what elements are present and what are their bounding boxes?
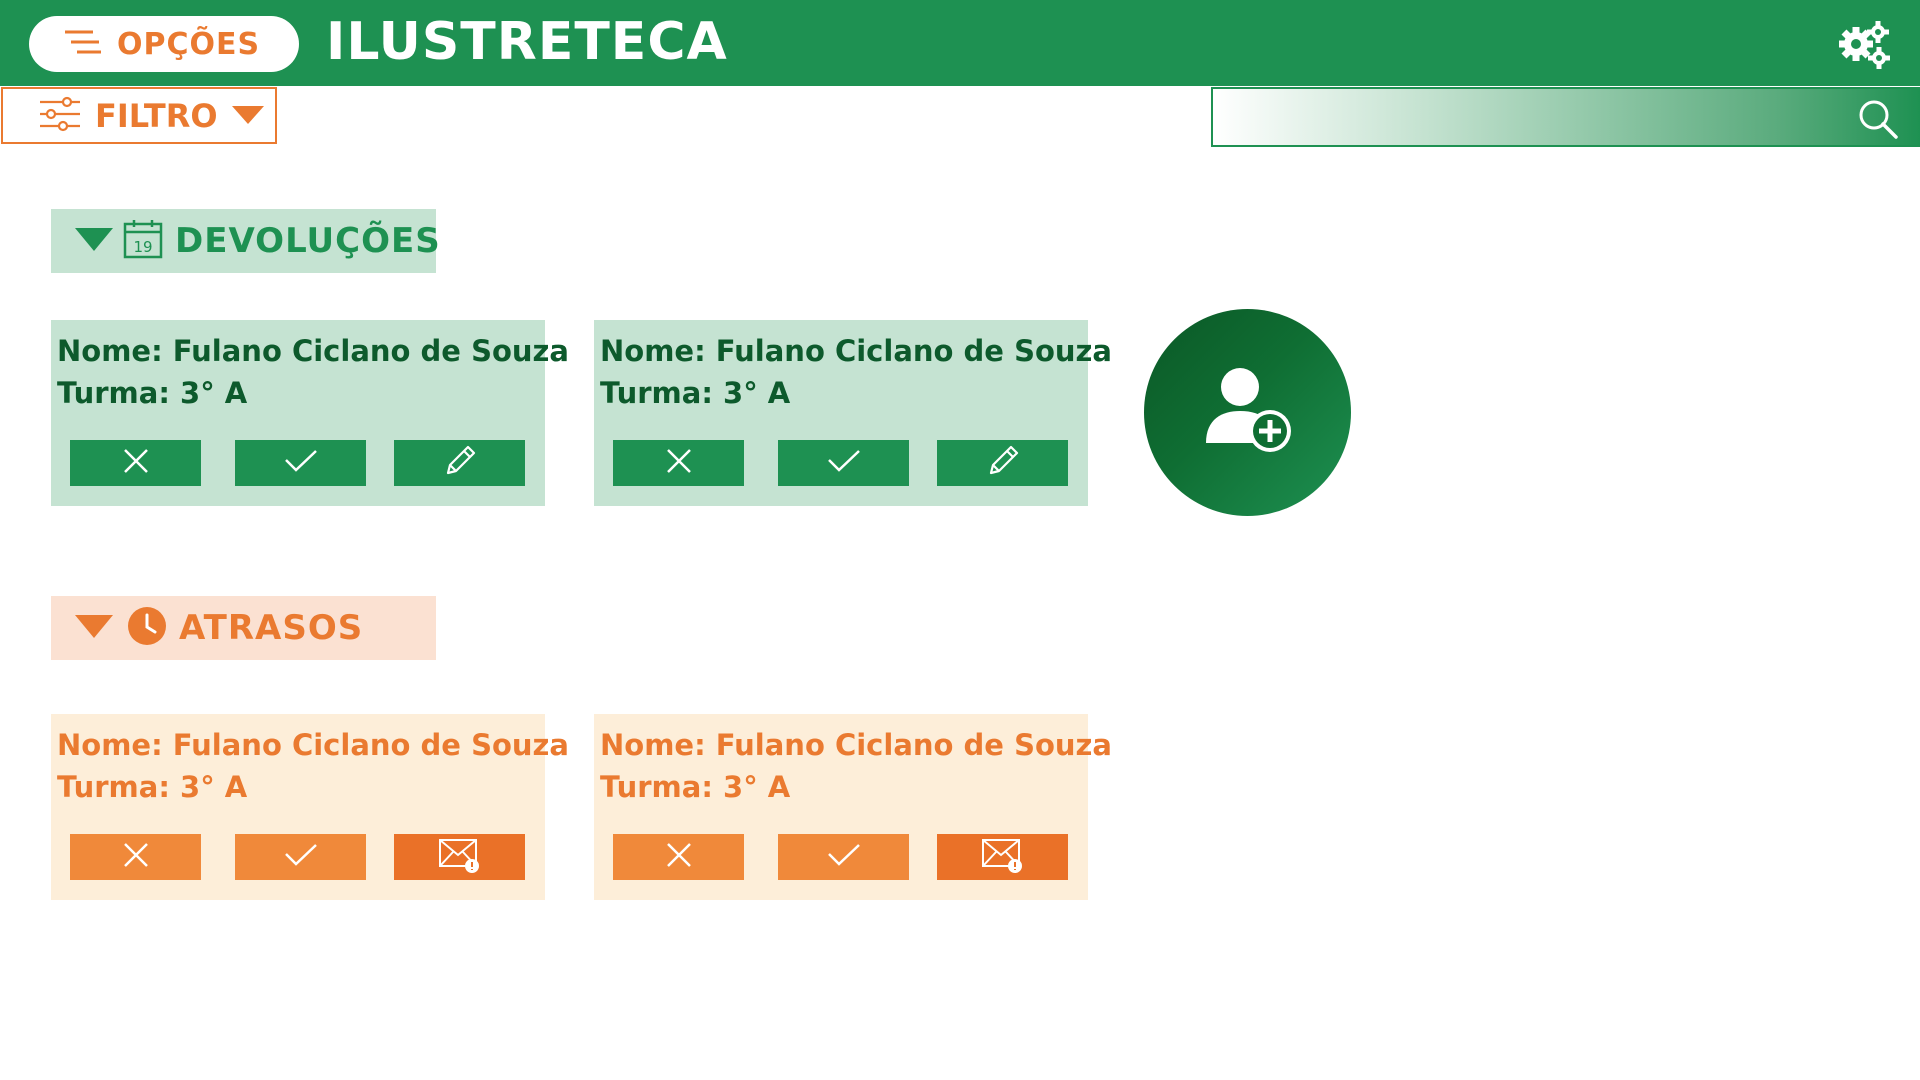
- edit-button[interactable]: [394, 440, 525, 486]
- student-class: Turma: 3° A: [57, 376, 248, 410]
- returns-section-title: DEVOLUÇÕES: [175, 221, 441, 261]
- calendar-day: 19: [133, 238, 152, 256]
- options-button[interactable]: OPÇÕES: [29, 16, 299, 72]
- student-class: Turma: 3° A: [57, 770, 248, 804]
- pencil-icon: [985, 443, 1021, 483]
- confirm-button[interactable]: [235, 440, 366, 486]
- late-section-title: ATRASOS: [179, 608, 364, 648]
- search-bar: [1211, 87, 1920, 147]
- check-icon: [827, 448, 861, 478]
- student-class: Turma: 3° A: [600, 770, 791, 804]
- top-bar: OPÇÕES ILUSTRETECA: [0, 0, 1920, 86]
- options-label: OPÇÕES: [117, 26, 261, 62]
- menu-icon: [63, 29, 103, 59]
- late-card: Nome: Fulano Ciclano de Souza Turma: 3° …: [594, 714, 1112, 900]
- late-card: Nome: Fulano Ciclano de Souza Turma: 3° …: [51, 714, 569, 900]
- close-icon: [122, 841, 150, 873]
- student-name: Nome: Fulano Ciclano de Souza: [57, 334, 569, 368]
- student-class: Turma: 3° A: [600, 376, 791, 410]
- add-user-button[interactable]: [1144, 309, 1351, 516]
- filter-label: FILTRO: [95, 96, 218, 135]
- add-user-icon: [1198, 361, 1298, 465]
- caret-down-icon: [75, 227, 113, 255]
- calendar-icon: 19: [123, 219, 163, 263]
- reject-button[interactable]: [613, 440, 744, 486]
- return-card: Nome: Fulano Ciclano de Souza Turma: 3° …: [594, 320, 1112, 506]
- returns-section-header[interactable]: 19 DEVOLUÇÕES: [51, 209, 440, 273]
- late-section-header[interactable]: ATRASOS: [51, 596, 436, 660]
- search-icon[interactable]: [1856, 97, 1900, 141]
- mail-alert-icon: [438, 836, 482, 878]
- reject-button[interactable]: [70, 440, 201, 486]
- sliders-icon: [39, 96, 81, 136]
- check-icon: [284, 448, 318, 478]
- search-input[interactable]: [1223, 97, 1823, 137]
- student-name: Nome: Fulano Ciclano de Souza: [600, 334, 1112, 368]
- settings-gears-icon[interactable]: [1836, 20, 1892, 72]
- check-icon: [284, 842, 318, 872]
- send-notice-button[interactable]: [394, 834, 525, 880]
- clock-icon: [127, 606, 167, 650]
- student-name: Nome: Fulano Ciclano de Souza: [57, 728, 569, 762]
- reject-button[interactable]: [70, 834, 201, 880]
- caret-down-icon: [231, 104, 264, 128]
- mail-alert-icon: [981, 836, 1025, 878]
- caret-down-icon: [75, 614, 113, 642]
- close-icon: [122, 447, 150, 479]
- check-icon: [827, 842, 861, 872]
- confirm-button[interactable]: [235, 834, 366, 880]
- confirm-button[interactable]: [778, 834, 909, 880]
- app-title: ILUSTRETECA: [326, 12, 728, 72]
- reject-button[interactable]: [613, 834, 744, 880]
- close-icon: [665, 841, 693, 873]
- send-notice-button[interactable]: [937, 834, 1068, 880]
- edit-button[interactable]: [937, 440, 1068, 486]
- return-card: Nome: Fulano Ciclano de Souza Turma: 3° …: [51, 320, 569, 506]
- close-icon: [665, 447, 693, 479]
- confirm-button[interactable]: [778, 440, 909, 486]
- filter-button[interactable]: FILTRO: [1, 87, 277, 144]
- pencil-icon: [442, 443, 478, 483]
- student-name: Nome: Fulano Ciclano de Souza: [600, 728, 1112, 762]
